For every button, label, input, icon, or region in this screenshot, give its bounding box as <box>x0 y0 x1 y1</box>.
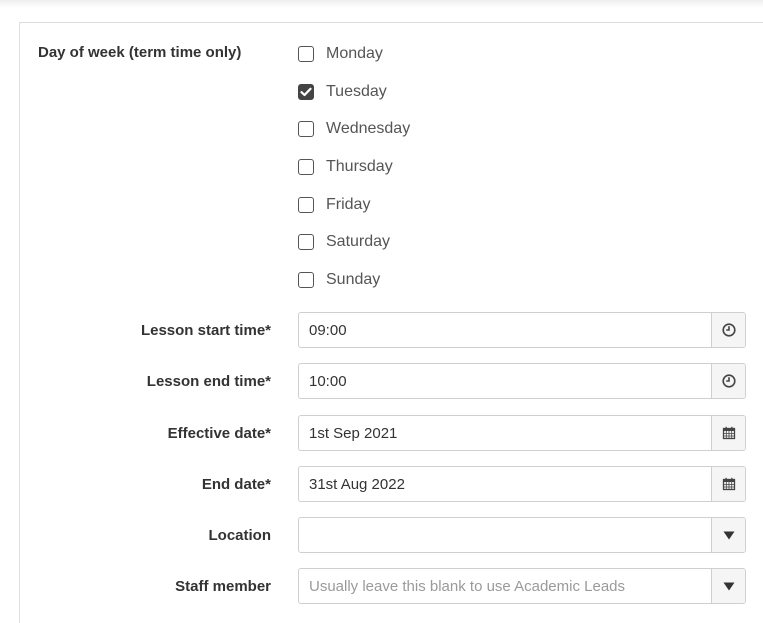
caret-down-icon <box>723 531 734 539</box>
effective-date-label: Effective date* <box>167 425 271 442</box>
checkbox-box[interactable] <box>298 46 314 62</box>
checkbox-label: Sunday <box>326 271 381 288</box>
staff-member-label: Staff member <box>175 578 271 595</box>
lesson-end-time-label: Lesson end time* <box>146 373 271 390</box>
checkbox-saturday[interactable]: Saturday <box>298 231 390 253</box>
checkbox-wednesday[interactable]: Wednesday <box>298 118 410 140</box>
checkbox-label: Monday <box>326 45 383 62</box>
staff-member-select[interactable]: Usually leave this blank to use Academic… <box>298 568 746 604</box>
calendar-icon <box>722 426 735 440</box>
effective-date-field[interactable]: 1st Sep 2021 <box>298 415 746 451</box>
lesson-end-time-input[interactable]: 10:00 <box>299 364 711 398</box>
checkbox-sunday[interactable]: Sunday <box>298 269 380 291</box>
checkbox-box[interactable] <box>298 159 314 175</box>
checkbox-label: Wednesday <box>326 120 411 137</box>
checkbox-label: Thursday <box>326 158 393 175</box>
end-date-field[interactable]: 31st Aug 2022 <box>298 466 746 502</box>
clock-icon-button[interactable] <box>711 364 745 398</box>
day-of-week-label: Day of week (term time only) <box>38 44 242 61</box>
clock-icon <box>721 374 736 388</box>
checkbox-box[interactable] <box>298 234 314 250</box>
location-select[interactable] <box>298 517 746 553</box>
staff-member-placeholder[interactable]: Usually leave this blank to use Academic… <box>299 569 711 603</box>
checkbox-thursday[interactable]: Thursday <box>298 156 393 178</box>
checkbox-label: Friday <box>326 196 371 213</box>
lesson-start-time-label: Lesson start time* <box>140 322 271 339</box>
end-date-input[interactable]: 31st Aug 2022 <box>299 467 711 501</box>
checkbox-friday[interactable]: Friday <box>298 194 370 216</box>
caret-down-button[interactable] <box>711 569 745 603</box>
effective-date-input[interactable]: 1st Sep 2021 <box>299 416 711 450</box>
checkbox-box[interactable] <box>298 121 314 137</box>
lesson-end-time-field[interactable]: 10:00 <box>298 363 746 399</box>
top-shadow <box>0 0 763 8</box>
end-date-label: End date* <box>201 476 271 493</box>
calendar-icon-button[interactable] <box>711 416 745 450</box>
lesson-start-time-input[interactable]: 09:00 <box>299 313 711 347</box>
checkbox-monday[interactable]: Monday <box>298 43 383 65</box>
checkbox-label: Tuesday <box>326 83 387 100</box>
calendar-icon-button[interactable] <box>711 467 745 501</box>
caret-down-button[interactable] <box>711 518 745 552</box>
location-label: Location <box>208 527 272 544</box>
checkbox-box[interactable] <box>298 197 314 213</box>
lesson-start-time-field[interactable]: 09:00 <box>298 312 746 348</box>
check-icon <box>300 87 312 97</box>
checkbox-box[interactable] <box>298 272 314 288</box>
calendar-icon <box>722 477 735 491</box>
checkbox-label: Saturday <box>326 233 391 250</box>
clock-icon-button[interactable] <box>711 313 745 347</box>
location-input[interactable] <box>299 518 711 552</box>
clock-icon <box>721 323 736 337</box>
caret-down-icon <box>723 582 734 590</box>
checkbox-tuesday[interactable]: Tuesday <box>298 81 387 103</box>
checkbox-box-checked[interactable] <box>298 84 314 100</box>
